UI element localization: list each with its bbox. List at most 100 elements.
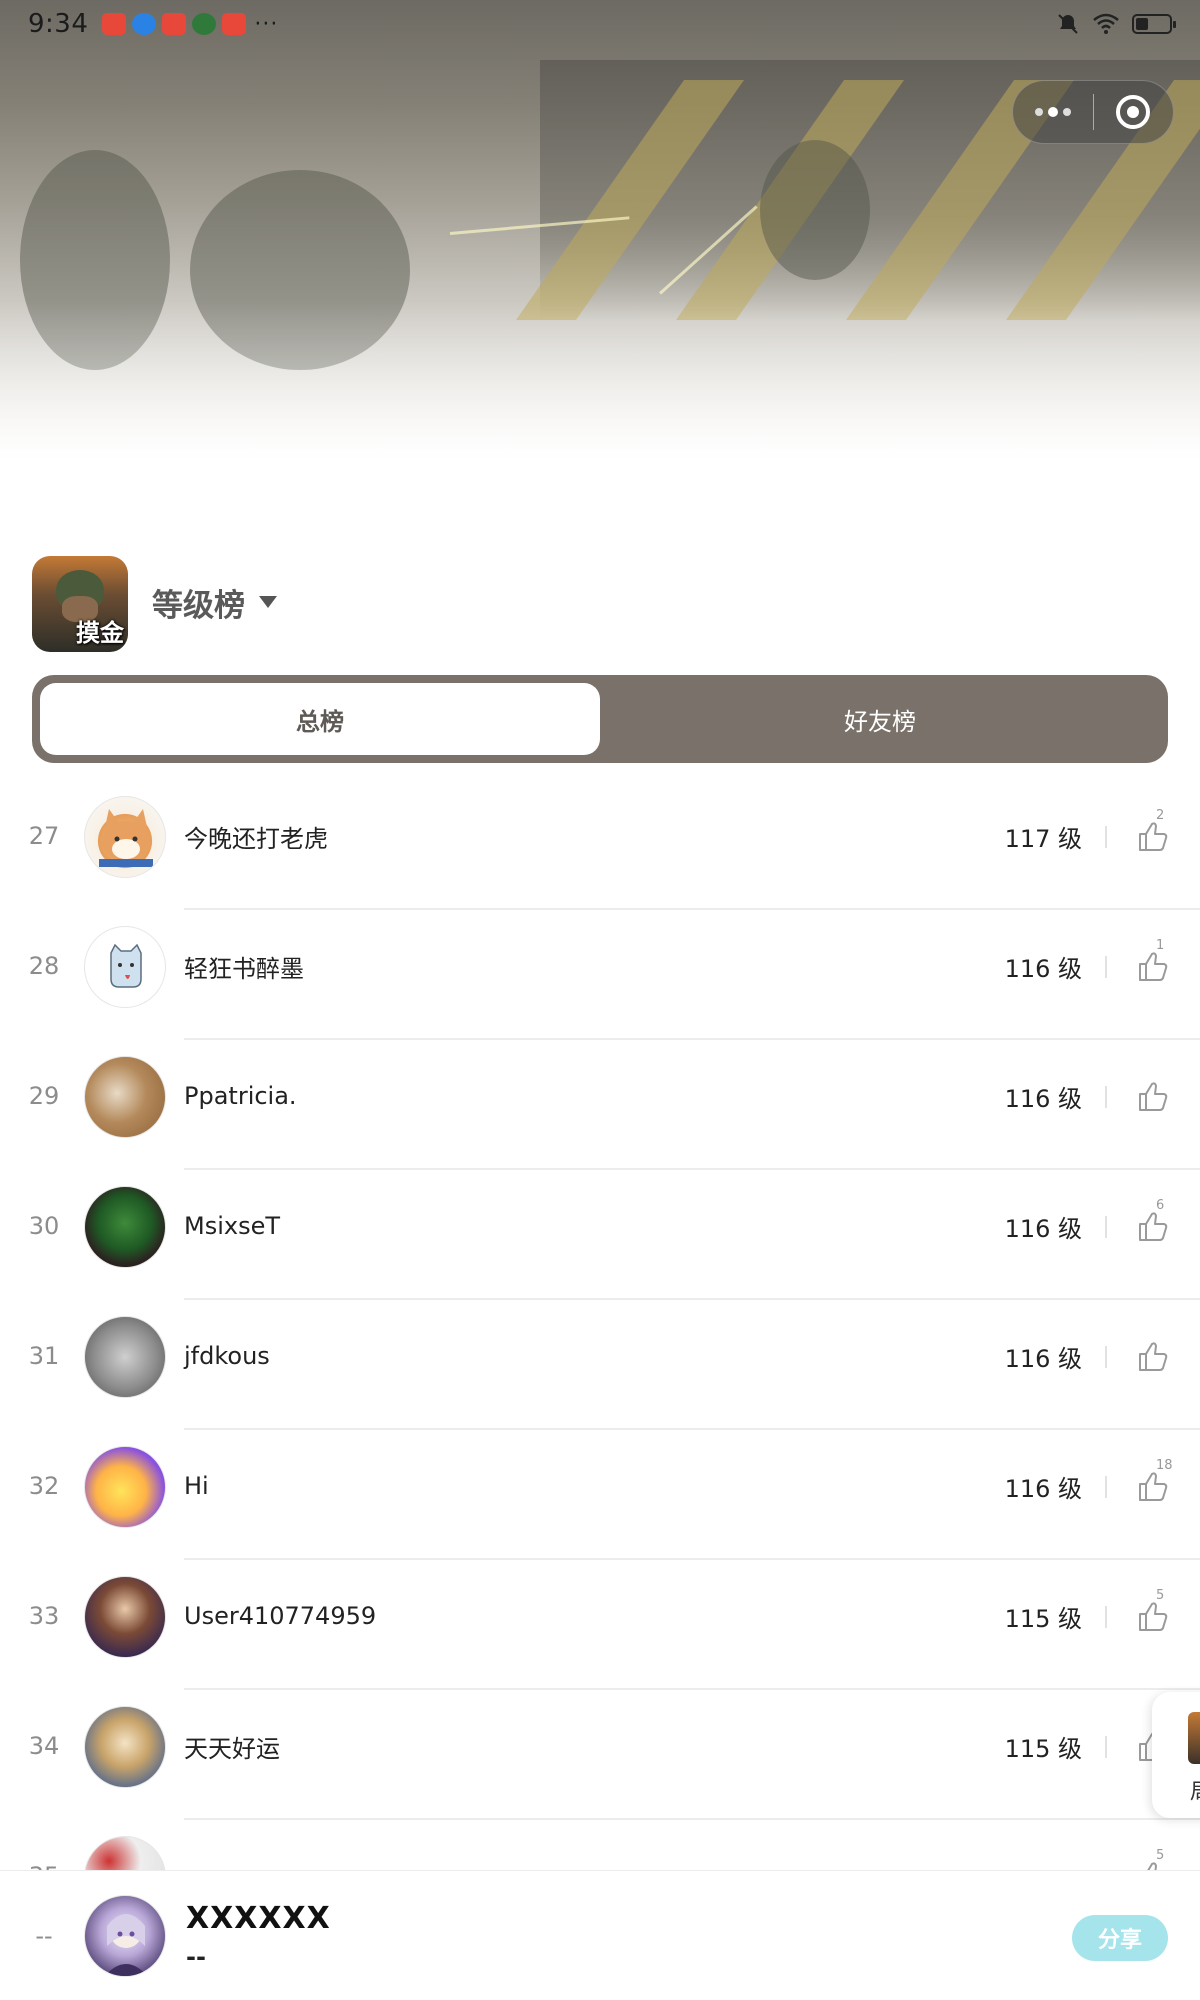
target-close-icon [1116, 95, 1151, 129]
thumbs-up-icon[interactable] [1132, 1076, 1172, 1116]
avatar [84, 796, 166, 878]
divider [1105, 1476, 1107, 1498]
thumbs-up-icon[interactable] [1132, 1206, 1172, 1246]
battery-icon [1132, 14, 1176, 34]
player-name: 轻狂书醉墨 [184, 954, 304, 983]
more-dots-icon[interactable] [1013, 80, 1093, 144]
divider [1105, 1216, 1107, 1238]
player-name: Ppatricia. [184, 1082, 297, 1110]
like-count: 1 [1156, 938, 1165, 953]
player-level: 116 级 [1004, 1474, 1082, 1503]
ranking-row[interactable]: 31 jfdkous 116 级 [0, 1300, 1200, 1430]
ranking-list: 27 今晚还打老虎 117 级 2 28 轻狂书醉墨 116 级 1 29 Pp… [0, 780, 1200, 1870]
divider [1105, 826, 1107, 848]
ranking-row[interactable]: 29 Ppatricia. 116 级 [0, 1040, 1200, 1170]
status-indicators [1056, 12, 1176, 36]
avatar [84, 926, 166, 1008]
share-button[interactable]: 分享 [1072, 1915, 1168, 1961]
like-count: 18 [1156, 1458, 1173, 1473]
ranking-row[interactable]: 27 今晚还打老虎 117 级 2 [0, 780, 1200, 910]
ranking-row[interactable]: 28 轻狂书醉墨 116 级 1 [0, 910, 1200, 1040]
status-app-icons [102, 13, 247, 35]
divider [1105, 1086, 1107, 1108]
player-name: MsixseT [184, 1212, 281, 1240]
ranking-row[interactable]: 30 MsixseT 116 级 6 [0, 1170, 1200, 1300]
ranking-row[interactable]: 34 天天好运 115 级 [0, 1690, 1200, 1820]
rank-number: 28 [28, 952, 60, 980]
hero-soldier [760, 140, 870, 280]
game-icon: 摸金 [32, 556, 128, 652]
player-level: 117 级 [1004, 824, 1082, 853]
close-miniprogram-button[interactable] [1094, 80, 1174, 144]
avatar [84, 1706, 166, 1788]
player-name: 今晚还打老虎 [184, 824, 328, 853]
my-avatar-art [104, 1914, 148, 1976]
my-name: XXXXXX [186, 1901, 331, 1936]
thumbs-up-icon[interactable] [1132, 1856, 1172, 1870]
rank-number: 35 [22, 1820, 66, 1870]
game-thumbnail [1188, 1712, 1200, 1764]
status-bar: 9:34 ··· [0, 0, 1200, 48]
rank-number: 27 [28, 822, 60, 850]
avatar [84, 1446, 166, 1528]
player-level: 115 级 [1004, 1604, 1082, 1633]
player-level: 116 级 [1004, 1084, 1082, 1113]
thumbs-up-icon[interactable] [1132, 816, 1172, 856]
thumbs-up-icon[interactable] [1132, 946, 1172, 986]
divider [1105, 956, 1107, 978]
shiba-avatar-art [99, 809, 153, 867]
my-avatar [84, 1895, 166, 1977]
avatar [84, 1186, 166, 1268]
board-selector[interactable]: 等级榜 [152, 578, 277, 626]
ranking-row[interactable]: 33 User410774959 115 级 5 [0, 1560, 1200, 1690]
rank-number: 33 [28, 1602, 60, 1630]
hero-fade [0, 300, 1200, 590]
like-count: 2 [1156, 808, 1165, 823]
divider [1105, 1736, 1107, 1758]
tab-overall[interactable]: 总榜 [40, 683, 600, 755]
caret-down-icon [259, 596, 277, 608]
board-title: 等级榜 [152, 587, 245, 624]
game-icon-text: 摸金 [76, 619, 124, 647]
app-notification-icon [102, 13, 127, 35]
ranking-row[interactable]: 35 5 [0, 1820, 1200, 1870]
like-count: 6 [1156, 1198, 1165, 1213]
avatar [84, 1056, 166, 1138]
player-name: jfdkous [184, 1342, 270, 1370]
player-name: Hi [184, 1472, 209, 1500]
floating-game-widget[interactable]: 局 [1152, 1692, 1200, 1818]
player-name: 天天好运 [184, 1734, 280, 1763]
divider [1105, 1346, 1107, 1368]
rank-number: 32 [28, 1472, 60, 1500]
my-level: -- [186, 1943, 206, 1971]
rank-number: 31 [28, 1342, 60, 1370]
status-more-icon: ··· [254, 11, 279, 37]
miniprogram-capsule [1012, 80, 1174, 144]
player-level: 115 级 [1004, 1734, 1082, 1763]
floating-widget-label: 局 [1190, 1774, 1200, 1806]
bell-muted-icon [1058, 14, 1078, 34]
avatar [84, 1576, 166, 1658]
thumbs-up-icon[interactable] [1132, 1336, 1172, 1376]
status-time: 9:34 [28, 9, 89, 39]
ranking-row[interactable]: 32 Hi 116 级 18 [0, 1430, 1200, 1560]
thumbs-up-icon[interactable] [1132, 1596, 1172, 1636]
ranking-tabs: 总榜 好友榜 [32, 675, 1168, 763]
player-level: 116 级 [1004, 1214, 1082, 1243]
app-notification-icon [132, 13, 157, 35]
avatar [84, 1836, 166, 1870]
rank-number: 30 [28, 1212, 60, 1240]
rank-number: 29 [28, 1082, 60, 1110]
rank-number: 34 [28, 1732, 60, 1760]
player-level: 116 级 [1004, 1344, 1082, 1373]
ghost-avatar-art [110, 943, 142, 988]
app-notification-icon [192, 13, 217, 35]
player-name: User410774959 [184, 1602, 377, 1630]
more-dots-glyph [1034, 107, 1071, 117]
app-notification-icon [162, 13, 187, 35]
like-count: 5 [1156, 1848, 1165, 1863]
tab-friends[interactable]: 好友榜 [600, 683, 1160, 755]
divider [1105, 1606, 1107, 1628]
my-rank-number: -- [35, 1922, 53, 1950]
like-count: 5 [1156, 1588, 1165, 1603]
